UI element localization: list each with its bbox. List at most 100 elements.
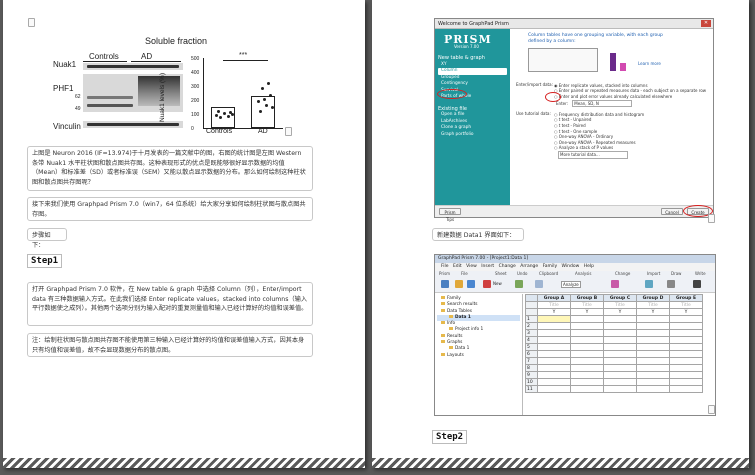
data-cell[interactable] (537, 336, 571, 344)
menu-item-change[interactable]: Change (499, 264, 521, 269)
menu-item-file[interactable]: File (441, 264, 453, 269)
column-title-cell[interactable]: Title (636, 301, 670, 309)
column-title-cell[interactable]: Title (537, 301, 571, 309)
analyze-button[interactable]: Analyze (561, 281, 581, 288)
column-title-cell[interactable]: Title (603, 301, 637, 309)
data-cell[interactable] (669, 357, 703, 365)
data-cell[interactable] (669, 385, 703, 393)
data-cell[interactable] (669, 350, 703, 358)
data-cell[interactable] (603, 315, 637, 323)
menu-item-arrange[interactable]: Arrange (520, 264, 542, 269)
y-label-cell[interactable]: Y (570, 308, 604, 316)
data-cell[interactable] (636, 343, 670, 351)
enter-select[interactable]: Mean, SD, N (572, 99, 633, 108)
undo-icon[interactable] (515, 280, 523, 288)
menu-item-view[interactable]: View (466, 264, 481, 269)
save-icon[interactable] (467, 280, 475, 288)
y-label-cell[interactable]: Y (603, 308, 637, 316)
data-cell[interactable] (669, 336, 703, 344)
data-cell[interactable] (636, 364, 670, 372)
data-cell[interactable] (570, 315, 604, 323)
new-button[interactable]: New (493, 281, 502, 286)
y-label-cell[interactable]: Y (636, 308, 670, 316)
data-cell[interactable] (636, 357, 670, 365)
data-cell[interactable] (636, 336, 670, 344)
import-icon[interactable] (645, 280, 653, 288)
data-cell[interactable] (537, 357, 571, 365)
data-cell[interactable] (537, 343, 571, 351)
data-cell[interactable] (570, 350, 604, 358)
data-cell[interactable] (537, 315, 571, 323)
data-cell[interactable] (570, 357, 604, 365)
data-cell[interactable] (603, 336, 637, 344)
column-header[interactable]: Group E (669, 294, 703, 302)
open-file-icon[interactable] (455, 280, 463, 288)
column-header[interactable]: Group D (636, 294, 670, 302)
prism-icon[interactable] (441, 280, 449, 288)
menu-item-help[interactable]: Help (584, 264, 594, 269)
data-cell[interactable] (537, 385, 571, 393)
data-cell[interactable] (603, 371, 637, 379)
data-cell[interactable] (636, 350, 670, 358)
data-cell[interactable] (570, 343, 604, 351)
cancel-button[interactable]: Cancel (661, 208, 683, 215)
data-cell[interactable] (537, 329, 571, 337)
data-cell[interactable] (636, 329, 670, 337)
data-cell[interactable] (636, 371, 670, 379)
learn-more-link[interactable]: Learn more (638, 61, 661, 67)
menu-item-window[interactable]: Window (562, 264, 584, 269)
change-icon[interactable] (611, 280, 619, 288)
copy-icon[interactable] (535, 280, 543, 288)
data-cell[interactable] (570, 378, 604, 386)
data-cell[interactable] (570, 364, 604, 372)
data-cell[interactable] (570, 371, 604, 379)
data-cell[interactable] (669, 378, 703, 386)
data-cell[interactable] (603, 343, 637, 351)
column-title-cell[interactable]: Title (669, 301, 703, 309)
data-cell[interactable] (603, 357, 637, 365)
data-cell[interactable] (636, 322, 670, 330)
column-header[interactable]: Group A (537, 294, 571, 302)
data-cell[interactable] (603, 322, 637, 330)
write-icon[interactable] (693, 280, 701, 288)
data-cell[interactable] (669, 315, 703, 323)
delete-sheet-icon[interactable] (483, 280, 491, 288)
data-cell[interactable] (570, 336, 604, 344)
sidebar-item-graph-portfolio[interactable]: Graph portfolio (438, 132, 507, 139)
data-cell[interactable] (570, 385, 604, 393)
data-cell[interactable] (669, 322, 703, 330)
data-cell[interactable] (636, 385, 670, 393)
data-cell[interactable] (669, 371, 703, 379)
data-cell[interactable] (636, 378, 670, 386)
menu-item-edit[interactable]: Edit (453, 264, 466, 269)
prism-tips-button[interactable]: Prism Tips (439, 208, 461, 222)
data-cell[interactable] (603, 329, 637, 337)
data-cell[interactable] (537, 322, 571, 330)
column-title-cell[interactable]: Title (570, 301, 604, 309)
data-cell[interactable] (603, 385, 637, 393)
close-icon[interactable]: ✕ (701, 20, 711, 27)
nav-item[interactable]: Layouts (437, 352, 520, 359)
data-cell[interactable] (537, 378, 571, 386)
data-cell[interactable] (603, 378, 637, 386)
data-cell[interactable] (537, 350, 571, 358)
tutorial-option-7[interactable]: ○ Analyze a stack of P values (554, 145, 707, 151)
data-cell[interactable] (570, 329, 604, 337)
column-header[interactable]: Group B (570, 294, 604, 302)
data-cell[interactable] (636, 315, 670, 323)
y-label-cell[interactable]: Y (537, 308, 571, 316)
data-cell[interactable] (603, 364, 637, 372)
data-cell[interactable] (669, 329, 703, 337)
data-cell[interactable] (669, 364, 703, 372)
column-header[interactable]: Group C (603, 294, 637, 302)
data-cell[interactable] (603, 350, 637, 358)
menu-item-family[interactable]: Family (543, 264, 562, 269)
data-cell[interactable] (570, 322, 604, 330)
draw-icon[interactable] (667, 280, 675, 288)
data-cell[interactable] (669, 343, 703, 351)
data-cell[interactable] (537, 371, 571, 379)
menu-item-insert[interactable]: Insert (481, 264, 498, 269)
tutorial-select[interactable]: More tutorial data... (558, 150, 628, 159)
data-cell[interactable] (537, 364, 571, 372)
y-label-cell[interactable]: Y (669, 308, 703, 316)
